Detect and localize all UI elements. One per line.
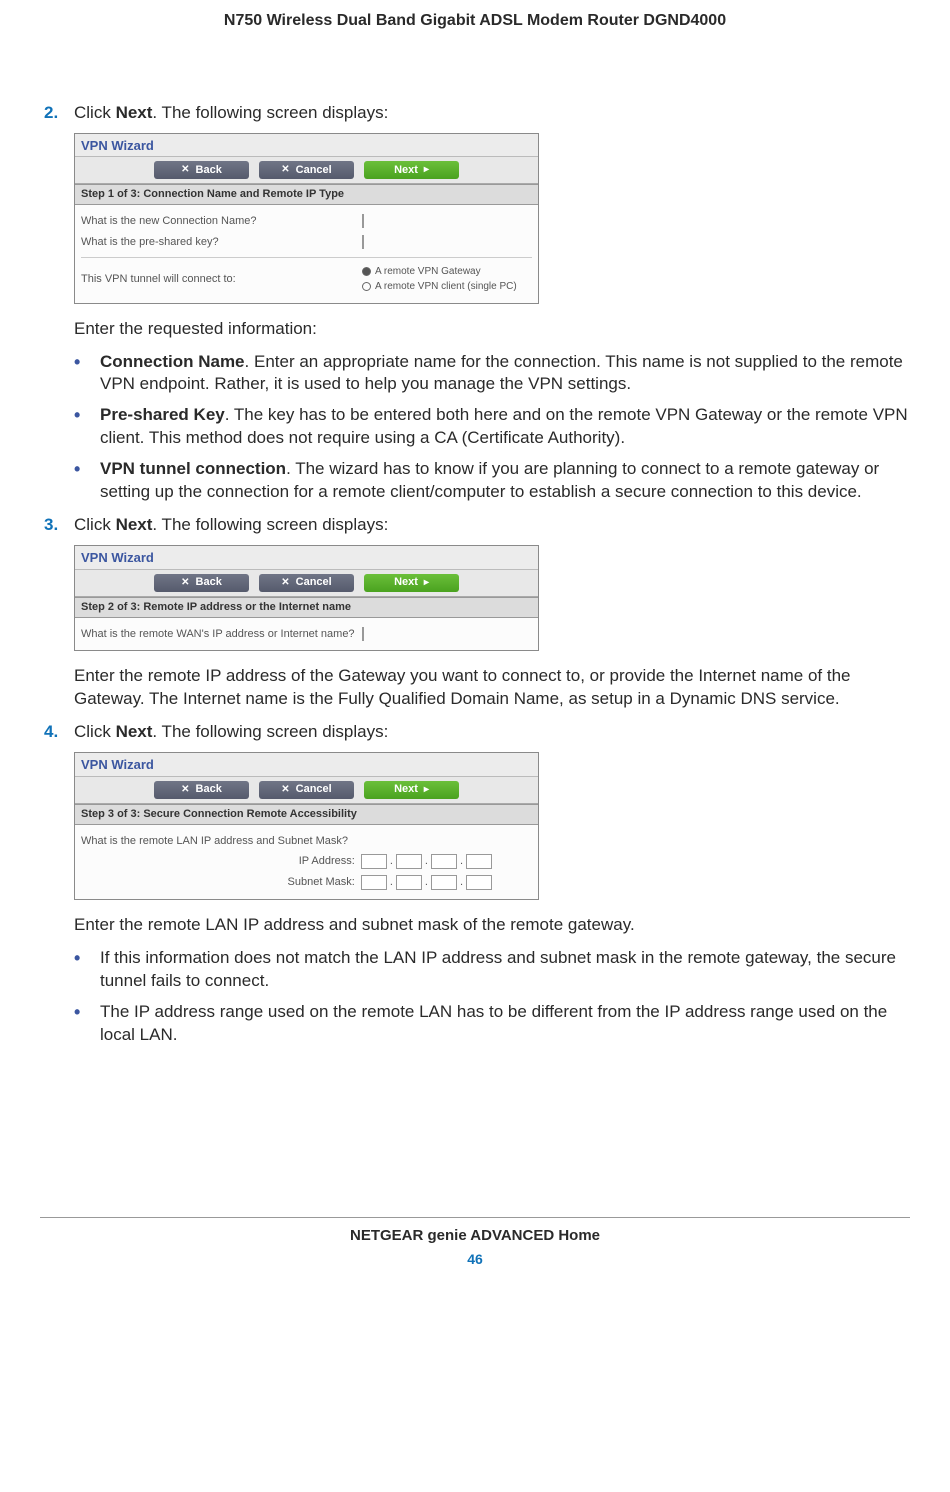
preshared-key-label: What is the pre-shared key? <box>81 235 362 250</box>
bullet-connection-name: Connection Name. Enter an appropriate na… <box>100 351 910 397</box>
doc-header-title: N750 Wireless Dual Band Gigabit ADSL Mod… <box>40 10 910 32</box>
bullet-vpn-tunnel: VPN tunnel connection. The wizard has to… <box>100 458 910 504</box>
close-icon: ✕ <box>281 783 289 797</box>
panel-1-body: What is the new Connection Name? What is… <box>75 205 538 303</box>
panel-3-subheader: Step 3 of 3: Secure Connection Remote Ac… <box>75 804 538 825</box>
ip-address-input[interactable]: ... <box>361 854 492 869</box>
step-4-text-bold: Next <box>116 722 153 741</box>
step-4-number: 4. <box>40 721 74 744</box>
step-2-number: 2. <box>40 102 74 125</box>
panel-2-subheader: Step 2 of 3: Remote IP address or the In… <box>75 597 538 618</box>
step-2-text-post: . The following screen displays: <box>152 103 388 122</box>
panel-2-title: VPN Wizard <box>75 546 538 570</box>
remote-wan-input[interactable] <box>362 627 364 641</box>
cancel-button-label: Cancel <box>296 163 332 178</box>
bullet-icon: • <box>74 947 100 993</box>
step-3-number: 3. <box>40 514 74 537</box>
cancel-button[interactable]: ✕ Cancel <box>259 781 354 799</box>
back-button-label: Back <box>196 163 222 178</box>
close-icon: ✕ <box>181 163 189 177</box>
bullet-ip-range-note: The IP address range used on the remote … <box>100 1001 910 1047</box>
chevron-right-icon: ▸ <box>424 783 429 797</box>
cancel-button-label: Cancel <box>296 575 332 590</box>
panel-1-subheader: Step 1 of 3: Connection Name and Remote … <box>75 184 538 205</box>
bullet-mismatch-warning: If this information does not match the L… <box>100 947 910 993</box>
radio-remote-gateway[interactable]: A remote VPN Gateway <box>362 265 532 279</box>
bullet-icon: • <box>74 404 100 450</box>
preshared-key-input[interactable] <box>362 235 364 249</box>
tunnel-connect-label: This VPN tunnel will connect to: <box>81 272 362 287</box>
panel-1-toolbar: ✕ Back ✕ Cancel Next ▸ <box>75 157 538 184</box>
next-button[interactable]: Next ▸ <box>364 781 459 799</box>
back-button-label: Back <box>196 782 222 797</box>
subnet-mask-label: Subnet Mask: <box>275 875 355 890</box>
radio-remote-gateway-label: A remote VPN Gateway <box>375 265 481 279</box>
next-button[interactable]: Next ▸ <box>364 161 459 179</box>
footer-section-title: NETGEAR genie ADVANCED Home <box>40 1226 910 1246</box>
radio-dot-icon <box>362 282 371 291</box>
panel-1-title: VPN Wizard <box>75 134 538 158</box>
bullet-icon: • <box>74 351 100 397</box>
step-2-after-panel-text: Enter the requested information: <box>74 318 910 341</box>
remote-wan-label: What is the remote WAN's IP address or I… <box>81 627 362 642</box>
radio-dot-icon <box>362 267 371 276</box>
cancel-button[interactable]: ✕ Cancel <box>259 161 354 179</box>
bullet-preshared-key: Pre-shared Key. The key has to be entere… <box>100 404 910 450</box>
close-icon: ✕ <box>281 576 289 590</box>
cancel-button[interactable]: ✕ Cancel <box>259 574 354 592</box>
radio-remote-client-label: A remote VPN client (single PC) <box>375 280 517 294</box>
footer-page-number: 46 <box>40 1250 910 1269</box>
remote-lan-question: What is the remote LAN IP address and Su… <box>81 834 532 849</box>
radio-remote-client[interactable]: A remote VPN client (single PC) <box>362 280 532 294</box>
back-button[interactable]: ✕ Back <box>154 781 249 799</box>
step-4-after-panel-text: Enter the remote LAN IP address and subn… <box>74 914 910 937</box>
next-button-label: Next <box>394 163 418 178</box>
panel-3-toolbar: ✕ Back ✕ Cancel Next ▸ <box>75 777 538 804</box>
step-3-after-panel-text: Enter the remote IP address of the Gatew… <box>74 665 910 711</box>
step-3-text-bold: Next <box>116 515 153 534</box>
back-button[interactable]: ✕ Back <box>154 161 249 179</box>
bullet-icon: • <box>74 1001 100 1047</box>
next-button[interactable]: Next ▸ <box>364 574 459 592</box>
next-button-label: Next <box>394 782 418 797</box>
back-button[interactable]: ✕ Back <box>154 574 249 592</box>
vpn-wizard-panel-1: VPN Wizard ✕ Back ✕ Cancel Next ▸ Step 1 of… <box>74 133 539 304</box>
panel-2-toolbar: ✕ Back ✕ Cancel Next ▸ <box>75 570 538 597</box>
step-4-text-post: . The following screen displays: <box>152 722 388 741</box>
step-3-text-post: . The following screen displays: <box>152 515 388 534</box>
bullet-bold-2: VPN tunnel connection <box>100 459 286 478</box>
bullet-bold-1: Pre-shared Key <box>100 405 225 424</box>
close-icon: ✕ <box>281 163 289 177</box>
ip-address-label: IP Address: <box>275 854 355 869</box>
chevron-right-icon: ▸ <box>424 163 429 177</box>
bullet-icon: • <box>74 458 100 504</box>
page-footer: NETGEAR genie ADVANCED Home 46 <box>40 1217 910 1269</box>
chevron-right-icon: ▸ <box>424 576 429 590</box>
close-icon: ✕ <box>181 576 189 590</box>
cancel-button-label: Cancel <box>296 782 332 797</box>
panel-2-body: What is the remote WAN's IP address or I… <box>75 618 538 651</box>
step-2-text-bold: Next <box>116 103 153 122</box>
next-button-label: Next <box>394 575 418 590</box>
step-2-text-pre: Click <box>74 103 116 122</box>
connection-name-input[interactable] <box>362 214 364 228</box>
vpn-wizard-panel-2: VPN Wizard ✕ Back ✕ Cancel Next ▸ Step 2 of… <box>74 545 539 651</box>
connection-name-label: What is the new Connection Name? <box>81 214 362 229</box>
bullet-bold-0: Connection Name <box>100 352 245 371</box>
panel-3-title: VPN Wizard <box>75 753 538 777</box>
back-button-label: Back <box>196 575 222 590</box>
subnet-mask-input[interactable]: ... <box>361 875 492 890</box>
step-4-text-pre: Click <box>74 722 116 741</box>
close-icon: ✕ <box>181 783 189 797</box>
step-3-text-pre: Click <box>74 515 116 534</box>
vpn-wizard-panel-3: VPN Wizard ✕ Back ✕ Cancel Next ▸ Step 3 of… <box>74 752 539 900</box>
panel-3-body: What is the remote LAN IP address and Su… <box>75 825 538 900</box>
